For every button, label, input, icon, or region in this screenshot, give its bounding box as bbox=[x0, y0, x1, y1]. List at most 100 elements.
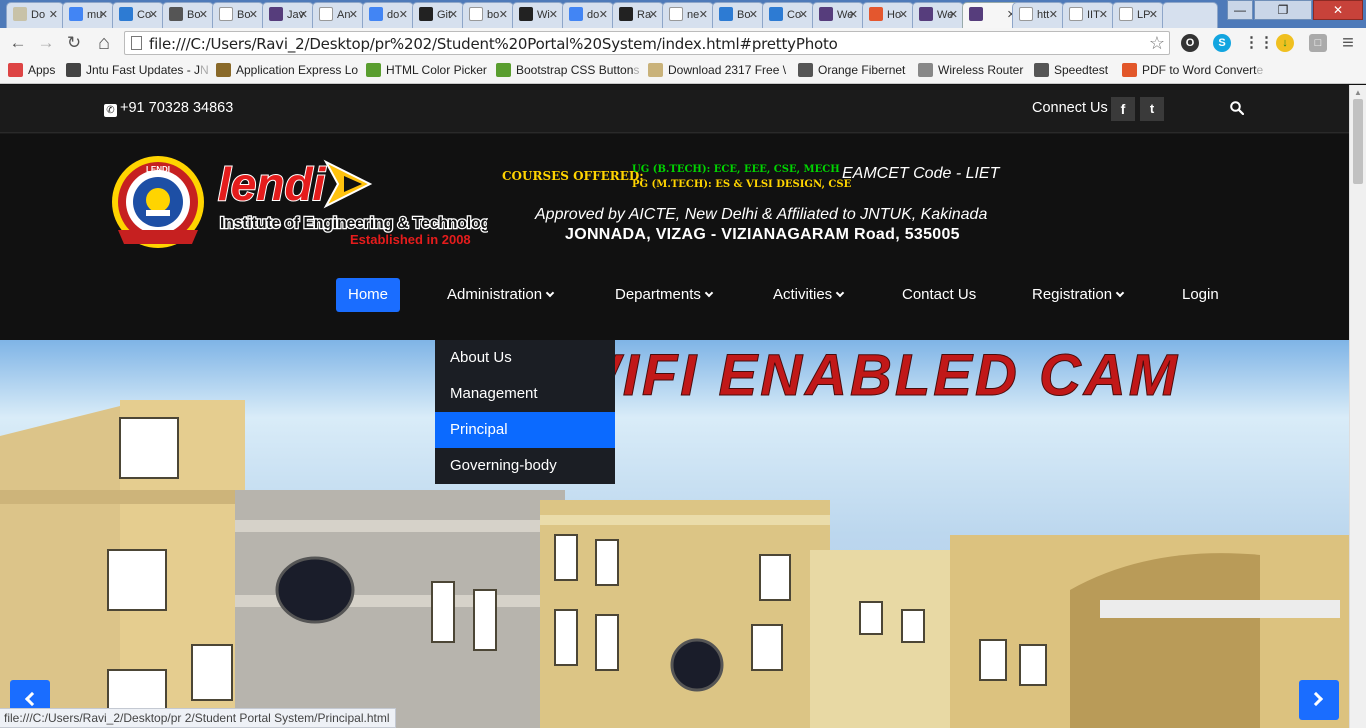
chevron-down-icon bbox=[1115, 288, 1125, 298]
bookmark-item[interactable]: Download 2317 Free \ bbox=[648, 63, 786, 77]
browser-tab[interactable]: An ✕ bbox=[312, 2, 364, 28]
tab-close-icon[interactable]: ✕ bbox=[399, 8, 408, 21]
forward-button[interactable]: → bbox=[34, 32, 58, 54]
home-button[interactable]: ⌂ bbox=[92, 32, 116, 54]
tab-close-icon[interactable]: ✕ bbox=[99, 8, 108, 21]
twitter-icon[interactable]: t bbox=[1140, 97, 1164, 121]
close-window-button[interactable]: ✕ bbox=[1313, 0, 1363, 20]
browser-tab[interactable]: IIT ✕ bbox=[1062, 2, 1114, 28]
bookmark-item[interactable]: Orange Fibernet bbox=[798, 63, 905, 77]
address-bar[interactable]: file:///C:/Users/Ravi_2/Desktop/pr%202/S… bbox=[124, 31, 1170, 55]
nav-login[interactable]: Login bbox=[1182, 278, 1219, 312]
tab-close-icon[interactable]: ✕ bbox=[649, 8, 658, 21]
tab-close-icon[interactable]: ✕ bbox=[349, 8, 358, 21]
tab-close-icon[interactable]: ✕ bbox=[199, 8, 208, 21]
nav-registration[interactable]: Registration bbox=[1032, 278, 1125, 312]
status-bar-url: file:///C:/Users/Ravi_2/Desktop/pr 2/Stu… bbox=[0, 708, 397, 728]
tab-close-icon[interactable]: ✕ bbox=[1149, 8, 1158, 21]
browser-tab[interactable]: Bo ✕ bbox=[162, 2, 214, 28]
url-text[interactable]: file:///C:/Users/Ravi_2/Desktop/pr%202/S… bbox=[149, 35, 838, 53]
tab-close-icon[interactable]: ✕ bbox=[799, 8, 808, 21]
browser-tab[interactable]: Do ✕ bbox=[6, 2, 64, 28]
bootstrap-b-icon bbox=[719, 7, 733, 21]
browser-tab[interactable]: Git ✕ bbox=[412, 2, 464, 28]
browser-tab[interactable]: ne ✕ bbox=[662, 2, 714, 28]
browser-tab[interactable]: Jav ✕ bbox=[262, 2, 314, 28]
bookmark-item[interactable]: Application Express Lo bbox=[216, 63, 358, 77]
browser-tab[interactable]: Co ✕ bbox=[112, 2, 164, 28]
minimize-button[interactable]: — bbox=[1227, 0, 1253, 20]
scroll-up-icon[interactable]: ▲ bbox=[1354, 88, 1362, 97]
college-logo[interactable]: LENDI lendi Institute of Engineering & T… bbox=[108, 152, 488, 262]
bookmark-label: HTML Color Picker bbox=[386, 63, 487, 77]
bookmark-item[interactable]: HTML Color Picker bbox=[366, 63, 487, 77]
browser-tab[interactable]: Co ✕ bbox=[762, 2, 814, 28]
search-icon[interactable] bbox=[1230, 101, 1244, 115]
page-scrollbar[interactable]: ▲ bbox=[1349, 85, 1366, 728]
bookmark-item[interactable]: PDF to Word Converte bbox=[1122, 63, 1263, 77]
tab-close-icon[interactable]: ✕ bbox=[299, 8, 308, 21]
maximize-button[interactable]: ❐ bbox=[1254, 0, 1312, 20]
bookmark-item[interactable]: Apps bbox=[8, 63, 55, 77]
tab-close-icon[interactable]: ✕ bbox=[849, 8, 858, 21]
browser-tab[interactable]: Bo ✕ bbox=[212, 2, 264, 28]
tab-close-icon[interactable]: ✕ bbox=[1099, 8, 1108, 21]
bootstrap-b-icon bbox=[269, 7, 283, 21]
extension-icon[interactable]: □ bbox=[1309, 34, 1327, 52]
browser-tab[interactable]: bo ✕ bbox=[462, 2, 514, 28]
browser-tab[interactable]: do ✕ bbox=[562, 2, 614, 28]
browser-tab[interactable]: do ✕ bbox=[362, 2, 414, 28]
tab-close-icon[interactable]: ✕ bbox=[1049, 8, 1058, 21]
dropdown-item-principal[interactable]: Principal bbox=[435, 412, 615, 448]
skype-extension-icon[interactable]: S bbox=[1213, 34, 1231, 52]
tab-close-icon[interactable]: ✕ bbox=[599, 8, 608, 21]
browser-tab[interactable]: We ✕ bbox=[812, 2, 864, 28]
tab-close-icon[interactable]: ✕ bbox=[899, 8, 908, 21]
tab-close-icon[interactable]: ✕ bbox=[549, 8, 558, 21]
tab-close-icon[interactable]: ✕ bbox=[49, 8, 58, 21]
browser-tab[interactable]: mu ✕ bbox=[62, 2, 114, 28]
bookmark-item[interactable]: Wireless Router bbox=[918, 63, 1023, 77]
dropdown-item-about-us[interactable]: About Us bbox=[435, 340, 615, 376]
facebook-icon[interactable]: f bbox=[1111, 97, 1135, 121]
browser-tab[interactable]: Bo ✕ bbox=[712, 2, 764, 28]
browser-tab[interactable]: LP ✕ bbox=[1112, 2, 1164, 28]
nav-home[interactable]: Home bbox=[336, 278, 400, 312]
tab-close-icon[interactable]: ✕ bbox=[699, 8, 708, 21]
dropdown-item-governing-body[interactable]: Governing-body bbox=[435, 448, 615, 484]
tab-title: ne bbox=[687, 9, 700, 21]
browser-tab[interactable]: Ho ✕ bbox=[862, 2, 914, 28]
orange-c-icon bbox=[1019, 7, 1033, 21]
slider-next-button[interactable] bbox=[1299, 680, 1339, 720]
tab-close-icon[interactable]: ✕ bbox=[149, 8, 158, 21]
bookmark-item[interactable]: Bootstrap CSS Buttons bbox=[496, 63, 639, 77]
scroll-thumb[interactable] bbox=[1353, 99, 1363, 184]
reload-button[interactable]: ↻ bbox=[62, 32, 86, 54]
bookmark-item[interactable]: Speedtest bbox=[1034, 63, 1108, 77]
bookmark-item[interactable]: Jntu Fast Updates - JN bbox=[66, 63, 209, 77]
tab-close-icon[interactable]: ✕ bbox=[249, 8, 258, 21]
tab-close-icon[interactable]: ✕ bbox=[949, 8, 958, 21]
nav-contact-us[interactable]: Contact Us bbox=[902, 278, 976, 312]
green-extension-icon[interactable]: ↓ bbox=[1276, 34, 1294, 52]
nav-activities[interactable]: Activities bbox=[773, 278, 845, 312]
opera-extension-icon[interactable]: O bbox=[1181, 34, 1199, 52]
hero-slider: WIFI ENABLED CAM bbox=[0, 340, 1349, 728]
courses-pg: PG (M.TECH): ES & VLSI DESIGN, CSE bbox=[632, 179, 852, 190]
apps-grid-icon[interactable]: ⋮⋮ bbox=[1244, 34, 1274, 52]
nav-administration[interactable]: Administration bbox=[447, 278, 555, 312]
browser-tab[interactable]: htt ✕ bbox=[1012, 2, 1064, 28]
back-button[interactable]: ← bbox=[6, 32, 30, 54]
browser-tab[interactable] bbox=[1162, 2, 1218, 28]
bookmark-label: Apps bbox=[28, 63, 56, 77]
browser-tab[interactable]: Ra ✕ bbox=[612, 2, 664, 28]
browser-tab[interactable]: We ✕ bbox=[912, 2, 964, 28]
dropdown-item-management[interactable]: Management bbox=[435, 376, 615, 412]
browser-tab[interactable]: Wi ✕ bbox=[512, 2, 564, 28]
nav-departments[interactable]: Departments bbox=[615, 278, 714, 312]
tab-close-icon[interactable]: ✕ bbox=[499, 8, 508, 21]
chrome-menu-icon[interactable]: ≡ bbox=[1336, 32, 1360, 54]
tab-close-icon[interactable]: ✕ bbox=[449, 8, 458, 21]
tab-close-icon[interactable]: ✕ bbox=[749, 8, 758, 21]
bookmark-star-icon[interactable]: ☆ bbox=[1149, 33, 1165, 54]
